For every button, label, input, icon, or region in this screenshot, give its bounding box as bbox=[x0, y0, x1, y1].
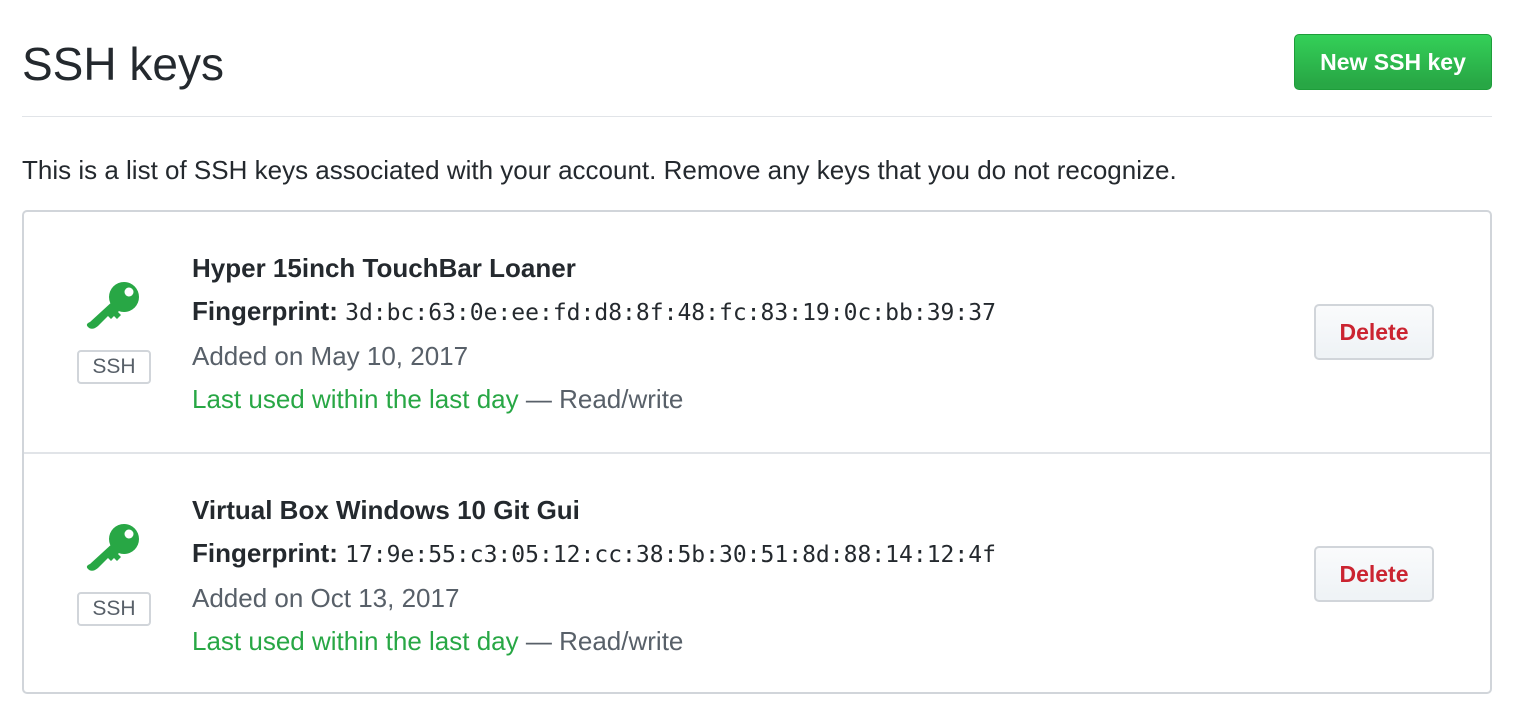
fingerprint-value: 3d:bc:63:0e:ee:fd:d8:8f:48:fc:83:19:0c:b… bbox=[345, 300, 996, 326]
ssh-keys-page: SSH keys New SSH key This is a list of S… bbox=[0, 0, 1520, 728]
key-info: Hyper 15inch TouchBar Loaner Fingerprint… bbox=[192, 248, 996, 419]
key-icon bbox=[86, 524, 139, 571]
fingerprint-value: 17:9e:55:c3:05:12:cc:38:5b:30:51:8d:88:1… bbox=[345, 542, 996, 568]
usage-line: Last used within the last day — Read/wri… bbox=[192, 379, 996, 419]
key-visual: SSH bbox=[76, 278, 152, 384]
access-level: Read/write bbox=[559, 384, 684, 414]
separator: — bbox=[525, 626, 552, 656]
intro-text: This is a list of SSH keys associated wi… bbox=[22, 155, 1177, 185]
key-title: Virtual Box Windows 10 Git Gui bbox=[192, 495, 580, 525]
fingerprint-line: Fingerprint: 3d:bc:63:0e:ee:fd:d8:8f:48:… bbox=[192, 291, 996, 333]
last-used-text: Last used within the last day bbox=[192, 626, 519, 656]
key-visual: SSH bbox=[76, 520, 152, 626]
usage-line: Last used within the last day — Read/wri… bbox=[192, 621, 996, 661]
page-header: SSH keys New SSH key bbox=[22, 0, 1492, 117]
ssh-key-list: SSH Hyper 15inch TouchBar Loaner Fingerp… bbox=[22, 210, 1492, 694]
access-level: Read/write bbox=[559, 626, 684, 656]
page-title: SSH keys bbox=[22, 38, 224, 90]
separator: — bbox=[525, 384, 552, 414]
delete-button[interactable]: Delete bbox=[1314, 546, 1434, 602]
key-title: Hyper 15inch TouchBar Loaner bbox=[192, 253, 576, 283]
key-icon bbox=[86, 282, 139, 329]
added-date: Added on Oct 13, 2017 bbox=[192, 583, 460, 613]
new-ssh-key-button[interactable]: New SSH key bbox=[1294, 34, 1492, 90]
ssh-badge: SSH bbox=[77, 592, 151, 626]
ssh-key-item: SSH Hyper 15inch TouchBar Loaner Fingerp… bbox=[24, 212, 1490, 454]
added-date: Added on May 10, 2017 bbox=[192, 341, 469, 371]
ssh-badge: SSH bbox=[77, 350, 151, 384]
delete-button[interactable]: Delete bbox=[1314, 304, 1434, 360]
fingerprint-line: Fingerprint: 17:9e:55:c3:05:12:cc:38:5b:… bbox=[192, 533, 996, 575]
key-info: Virtual Box Windows 10 Git Gui Fingerpri… bbox=[192, 490, 996, 661]
last-used-text: Last used within the last day bbox=[192, 384, 519, 414]
ssh-key-item: SSH Virtual Box Windows 10 Git Gui Finge… bbox=[24, 454, 1490, 694]
fingerprint-label: Fingerprint: bbox=[192, 296, 338, 326]
fingerprint-label: Fingerprint: bbox=[192, 538, 338, 568]
